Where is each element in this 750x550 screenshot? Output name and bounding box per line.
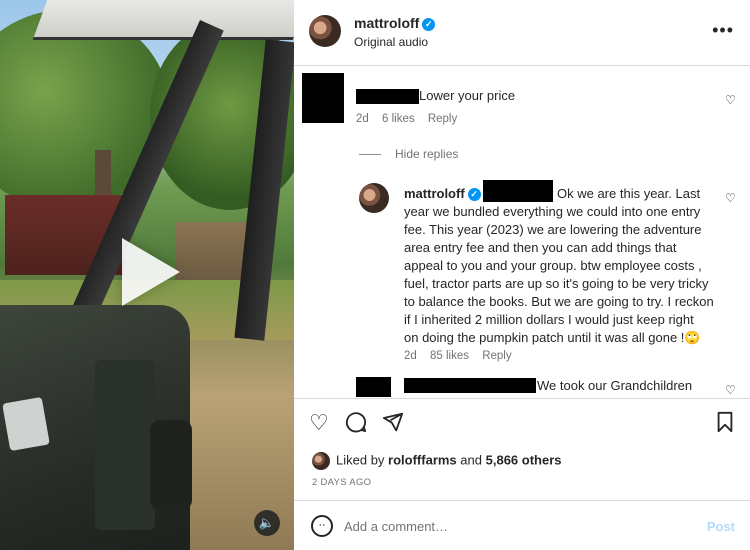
reply-meta: 2d 85 likes Reply [404, 350, 522, 362]
reply-likes[interactable]: 85 likes [430, 350, 469, 362]
door-panel [95, 360, 155, 530]
likes-connector: and [460, 452, 482, 468]
comments-list[interactable]: Lower your price 2d 6 likes Reply ♡ Hide… [294, 67, 750, 397]
redacted-username [404, 378, 536, 393]
reply-username[interactable]: mattroloff ✓ [404, 185, 481, 203]
username-link[interactable]: mattroloff ✓ [354, 15, 436, 31]
reply-line: on doing the pumpkin patch until it was … [404, 330, 701, 345]
audio-link[interactable]: Original audio [354, 35, 428, 49]
likes-others-link[interactable]: 5,866 others [486, 452, 562, 467]
reply-line: fuel, tractor parts are up so it's going… [404, 276, 709, 291]
post-date: 2 DAYS AGO [312, 477, 372, 488]
post-button[interactable]: Post [707, 519, 735, 534]
verified-icon: ✓ [422, 17, 436, 31]
avatar[interactable] [309, 15, 341, 47]
heart-icon[interactable]: ♡ [309, 411, 329, 435]
video-player[interactable]: 🔈 [0, 0, 294, 550]
reply-line: if I inherited 2 million dollars I would… [404, 312, 694, 327]
send-icon[interactable] [382, 411, 404, 438]
emoji-icon[interactable]: ‧‧ [311, 515, 333, 537]
comment-input[interactable] [344, 515, 684, 537]
redacted-avatar [302, 73, 344, 123]
reply-time: 2d [404, 350, 417, 362]
post-header: mattroloff ✓ Original audio ••• [294, 0, 750, 66]
reply-button[interactable]: Reply [428, 113, 457, 125]
reply-line: Ok we are this year. Last [557, 186, 701, 201]
redacted-username [356, 89, 419, 104]
reply-line: year we bundled everything we could into… [404, 204, 701, 219]
comment-likes[interactable]: 6 likes [382, 113, 415, 125]
more-horizontal-icon[interactable]: ••• [712, 20, 734, 41]
reply-button[interactable]: Reply [482, 350, 511, 362]
redacted-mention [483, 180, 553, 202]
comment-text: We took our Grandchildren [537, 378, 693, 393]
replies-divider [359, 154, 381, 155]
comment-meta: 2d 6 likes Reply [356, 113, 467, 125]
post-panel: mattroloff ✓ Original audio ••• Lower you… [294, 0, 750, 550]
play-icon[interactable] [122, 238, 180, 306]
liker-username[interactable]: rolofffarms [388, 452, 457, 467]
vehicle-roof [32, 0, 294, 40]
hide-replies-button[interactable]: Hide replies [395, 147, 458, 161]
action-bar: ♡ [294, 398, 750, 450]
avatar[interactable] [312, 452, 330, 470]
reply-line: appeal to you and your group. btw employ… [404, 258, 702, 273]
heart-icon[interactable]: ♡ [725, 383, 736, 397]
username-text[interactable]: mattroloff [354, 15, 419, 31]
speaker-icon[interactable]: 🔈 [254, 510, 280, 536]
avatar[interactable] [359, 183, 389, 213]
comment-text: Lower your price [419, 88, 516, 103]
comment-time: 2d [356, 113, 369, 125]
heart-icon[interactable]: ♡ [725, 191, 736, 205]
reply-line: to balance the books. But we are going t… [404, 294, 714, 309]
reply-username-text[interactable]: mattroloff [404, 186, 465, 201]
bookmark-icon[interactable] [715, 411, 735, 438]
cup-holder [150, 420, 192, 510]
likes-summary: Liked by rolofffarms and 5,866 others [312, 452, 562, 470]
comment-composer: ‧‧ Post [294, 500, 750, 550]
reply-line: fee. This year (2023) we are lowering th… [404, 222, 702, 237]
likes-prefix: Liked by [336, 452, 385, 468]
redacted-avatar [356, 377, 391, 397]
comment-icon[interactable] [345, 411, 367, 438]
reply-line: area entry fee and then you can add thin… [404, 240, 677, 255]
verified-icon: ✓ [467, 188, 481, 202]
door-sticker [2, 396, 50, 452]
heart-icon[interactable]: ♡ [725, 93, 736, 107]
